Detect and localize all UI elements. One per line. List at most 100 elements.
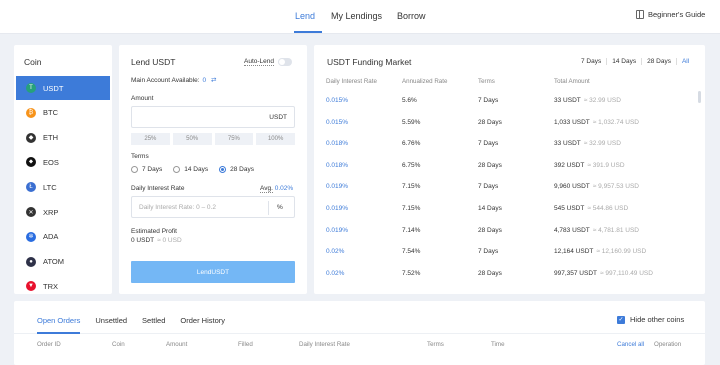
coin-label: LTC bbox=[43, 182, 57, 192]
annualized-rate-cell: 6.75% bbox=[402, 161, 421, 169]
amount-input[interactable]: USDT bbox=[131, 106, 295, 128]
amount-usdt: 1,033 USDT bbox=[554, 118, 590, 126]
market-row[interactable]: 0.02% 7.54% 7 Days 12,164 USDT ≈ 12,160.99 U… bbox=[314, 248, 705, 269]
orders-panel: Open Orders Unsettled Settled Order Hist… bbox=[14, 301, 705, 365]
annualized-rate-cell: 5.59% bbox=[402, 118, 421, 126]
tab-lend[interactable]: Lend bbox=[295, 11, 315, 21]
annualized-rate-cell: 7.15% bbox=[402, 205, 421, 212]
header-terms: Terms bbox=[427, 341, 444, 348]
coin-item-ltc[interactable]: Ł LTC bbox=[16, 175, 110, 199]
amount-usdt: 4,783 USDT bbox=[554, 226, 590, 234]
transfer-icon[interactable]: ⇄ bbox=[211, 77, 216, 84]
checkbox-checked-icon[interactable]: ✓ bbox=[617, 315, 625, 324]
tab-borrow[interactable]: Borrow bbox=[397, 11, 426, 21]
amount-usdt: 545 USDT bbox=[554, 205, 585, 212]
rate-input[interactable]: Daily Interest Rate: 0 – 0.2 % bbox=[131, 196, 295, 218]
market-row[interactable]: 0.019% 7.15% 14 Days 545 USDT ≈ 544.86 USD bbox=[314, 205, 705, 226]
coin-item-usdt[interactable]: T USDT bbox=[16, 76, 110, 100]
coin-item-atom[interactable]: ● ATOM bbox=[16, 250, 110, 274]
coin-ltc-icon: Ł bbox=[26, 182, 36, 193]
daily-rate-cell: 0.019% bbox=[326, 205, 349, 212]
annualized-rate-cell: 5.6% bbox=[402, 97, 417, 104]
amount-usdt: 9,960 USDT bbox=[554, 183, 590, 191]
terms-cell: 28 Days bbox=[478, 161, 502, 169]
term-label: 7 Days bbox=[142, 166, 163, 173]
beginners-guide-link[interactable]: Beginner's Guide bbox=[636, 10, 705, 19]
auto-lend-toggle[interactable]: Auto-Lend bbox=[244, 58, 292, 66]
header-amount: Amount bbox=[166, 341, 188, 348]
range-filter: 7 Days 14 Days 28 Days All bbox=[576, 58, 694, 65]
coin-item-eth[interactable]: ◆ ETH bbox=[16, 126, 110, 150]
toggle-switch[interactable] bbox=[278, 58, 292, 66]
market-row[interactable]: 0.02% 7.52% 28 Days 997,357 USDT ≈ 997,110.4… bbox=[314, 270, 705, 291]
total-amount-cell: 1,033 USDT ≈ 1,032.74 USD bbox=[554, 119, 639, 126]
range-28-days[interactable]: 28 Days bbox=[642, 58, 677, 65]
market-row[interactable]: 0.015% 5.6% 7 Days 33 USDT ≈ 32.99 USD bbox=[314, 97, 705, 118]
term-7-days-option[interactable]: 7 Days bbox=[131, 166, 162, 173]
coin-label: EOS bbox=[43, 157, 59, 167]
coin-item-trx[interactable]: ▼ TRX bbox=[16, 274, 110, 298]
range-7-days[interactable]: 7 Days bbox=[576, 58, 608, 65]
daily-rate-cell: 0.018% bbox=[326, 140, 349, 148]
tab-my-lendings[interactable]: My Lendings bbox=[331, 11, 382, 21]
annualized-rate-cell: 7.14% bbox=[402, 226, 421, 234]
daily-rate-cell: 0.018% bbox=[326, 161, 349, 169]
coin-list-title: Coin bbox=[24, 57, 42, 67]
profit-value: 0 USDT bbox=[131, 237, 155, 244]
term-14-days-option[interactable]: 14 Days bbox=[173, 166, 208, 173]
coin-label: TRX bbox=[43, 281, 58, 291]
range-all[interactable]: All bbox=[677, 58, 694, 65]
average-rate: Avg. 0.02% bbox=[260, 185, 293, 193]
tab-order-history[interactable]: Order History bbox=[180, 316, 225, 325]
percent-50-button[interactable]: 50% bbox=[172, 133, 212, 145]
total-amount-cell: 33 USDT ≈ 32.99 USD bbox=[554, 97, 621, 104]
amount-usdt: 392 USDT bbox=[554, 161, 585, 169]
amount-usd: ≈ 544.86 USD bbox=[587, 205, 629, 212]
market-row[interactable]: 0.018% 6.76% 7 Days 33 USDT ≈ 32.99 USD bbox=[314, 140, 705, 161]
radio-selected-icon[interactable] bbox=[219, 166, 227, 173]
coin-item-ada[interactable]: ✲ ADA bbox=[16, 225, 110, 249]
divider bbox=[268, 201, 269, 215]
market-row[interactable]: 0.019% 7.14% 28 Days 4,783 USDT ≈ 4,781.81 U… bbox=[314, 227, 705, 248]
percent-100-button[interactable]: 100% bbox=[256, 133, 295, 145]
market-row[interactable]: 0.015% 5.59% 28 Days 1,033 USDT ≈ 1,032.74 U… bbox=[314, 119, 705, 140]
tab-settled[interactable]: Settled bbox=[142, 316, 165, 325]
market-scrollbar[interactable] bbox=[698, 91, 701, 103]
amount-usdt: 12,164 USDT bbox=[554, 248, 594, 256]
coin-item-eos[interactable]: ⬥ EOS bbox=[16, 150, 110, 174]
terms-radio-group: 7 Days 14 Days 28 Days bbox=[131, 166, 254, 173]
amount-usd: ≈ 1,032.74 USD bbox=[592, 118, 639, 126]
tab-unsettled[interactable]: Unsettled bbox=[95, 316, 127, 325]
hide-other-coins-checkbox[interactable]: ✓ Hide other coins bbox=[617, 315, 684, 324]
header-annualized-rate: Annualized Rate bbox=[402, 78, 448, 85]
amount-unit: USDT bbox=[269, 114, 287, 121]
coin-item-btc[interactable]: ₿ BTC bbox=[16, 101, 110, 125]
coin-btc-icon: ₿ bbox=[26, 107, 36, 118]
range-14-days[interactable]: 14 Days bbox=[607, 58, 643, 65]
market-row[interactable]: 0.019% 7.15% 7 Days 9,960 USDT ≈ 9,957.53 US… bbox=[314, 183, 705, 204]
radio-icon[interactable] bbox=[131, 166, 138, 173]
terms-cell: 7 Days bbox=[478, 97, 499, 104]
term-label: 14 Days bbox=[184, 166, 209, 173]
terms-cell: 14 Days bbox=[478, 205, 502, 212]
amount-usdt: 33 USDT bbox=[554, 97, 581, 104]
percent-buttons: 25% 50% 75% 100% bbox=[131, 133, 295, 145]
header-filled: Filled bbox=[238, 341, 253, 348]
amount-usd: ≈ 997,110.49 USD bbox=[600, 269, 653, 277]
radio-icon[interactable] bbox=[173, 166, 181, 173]
coin-label: ETH bbox=[43, 133, 58, 143]
percent-75-button[interactable]: 75% bbox=[214, 133, 254, 145]
lend-button[interactable]: LendUSDT bbox=[131, 261, 295, 283]
coin-item-xrp[interactable]: ✕ XRP bbox=[16, 200, 110, 224]
rate-label: Daily Interest Rate bbox=[131, 185, 185, 192]
amount-usd: ≈ 391.9 USD bbox=[587, 161, 625, 169]
daily-rate-cell: 0.015% bbox=[326, 97, 349, 104]
cancel-all-link[interactable]: Cancel all bbox=[617, 341, 644, 348]
header-terms: Terms bbox=[478, 78, 495, 85]
percent-25-button[interactable]: 25% bbox=[131, 133, 170, 145]
market-row[interactable]: 0.018% 6.75% 28 Days 392 USDT ≈ 391.9 USD bbox=[314, 162, 705, 183]
tab-open-orders[interactable]: Open Orders bbox=[37, 316, 80, 325]
header-time: Time bbox=[491, 341, 505, 348]
term-28-days-option[interactable]: 28 Days bbox=[219, 166, 254, 173]
active-tab-indicator bbox=[294, 31, 322, 33]
